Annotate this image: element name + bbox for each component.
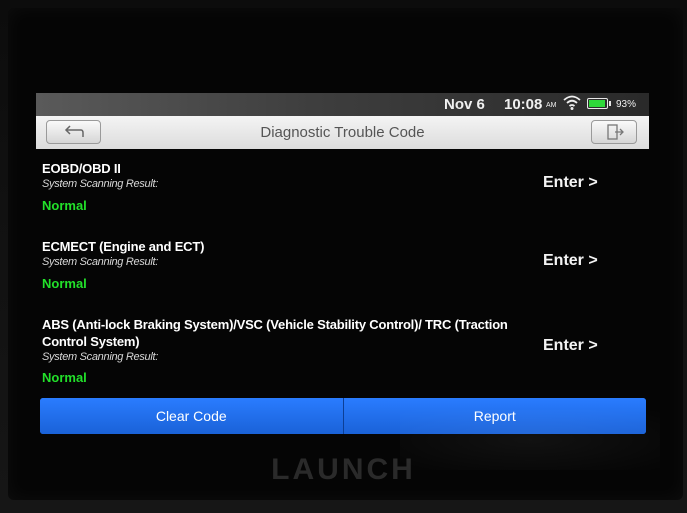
system-status: Normal [42, 276, 87, 291]
system-status: Normal [42, 370, 87, 385]
status-time: 10:08 [504, 96, 543, 113]
system-name: ABS (Anti-lock Braking System)/VSC (Vehi… [42, 317, 508, 349]
battery-level-fill [589, 100, 605, 107]
status-ampm: AM [546, 102, 557, 109]
report-button[interactable]: Report [343, 398, 646, 434]
wifi-icon [563, 95, 581, 111]
device-screen: Nov 6 10:08 AM 93% Diagnostic Trouble Co… [36, 93, 649, 442]
page-title: Diagnostic Trouble Code [260, 124, 425, 141]
status-bar: Nov 6 10:08 AM 93% [36, 93, 649, 116]
title-bar: Diagnostic Trouble Code [36, 116, 649, 149]
enter-button[interactable]: Enter > [543, 337, 598, 355]
enter-button[interactable]: Enter > [543, 174, 598, 192]
brand-logo: LAUNCH [271, 453, 416, 486]
battery-icon [587, 98, 608, 109]
action-bar: Clear Code Report [40, 398, 646, 434]
system-name: ECMECT (Engine and ECT) [42, 239, 205, 254]
exit-icon [607, 124, 624, 140]
exit-button[interactable] [591, 120, 637, 144]
enter-button[interactable]: Enter > [543, 252, 598, 270]
system-scan-label: System Scanning Result: [42, 351, 158, 363]
battery-percent: 93% [616, 99, 637, 110]
status-date: Nov 6 [444, 96, 485, 113]
system-scan-label: System Scanning Result: [42, 178, 158, 190]
system-scan-label: System Scanning Result: [42, 256, 158, 268]
clear-code-button[interactable]: Clear Code [40, 398, 343, 434]
system-name: EOBD/OBD II [42, 161, 121, 176]
system-status: Normal [42, 198, 87, 213]
battery-nub [609, 101, 611, 106]
